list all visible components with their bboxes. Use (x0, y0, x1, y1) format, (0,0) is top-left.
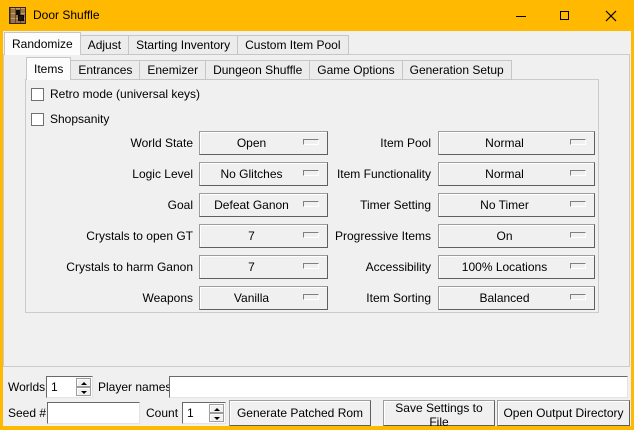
minimize-icon (516, 16, 526, 17)
open-output-directory-button[interactable]: Open Output Directory (497, 400, 630, 426)
retro-mode-label: Retro mode (universal keys) (50, 87, 200, 101)
generate-patched-rom-button[interactable]: Generate Patched Rom (229, 400, 371, 426)
dropdown-indicator-icon (570, 232, 586, 238)
retro-mode-row: Retro mode (universal keys) (31, 87, 200, 101)
retro-mode-checkbox[interactable] (31, 88, 44, 101)
tab-adjust[interactable]: Adjust (80, 35, 129, 55)
tab-enemizer[interactable]: Enemizer (139, 60, 206, 80)
count-spinbox[interactable]: 1 (182, 402, 226, 424)
player-names-label: Player names (98, 376, 171, 398)
accessibility-label: Accessibility (300, 255, 431, 279)
dropdown-indicator-icon (570, 294, 586, 300)
tab-custom-item-pool[interactable]: Custom Item Pool (237, 35, 348, 55)
dropdown-indicator-icon (570, 139, 586, 145)
count-label: Count (146, 402, 178, 424)
arrow-down-icon (81, 391, 87, 397)
arrow-up-icon (81, 379, 87, 385)
app-door-icon (9, 7, 26, 24)
progressive-items-dropdown[interactable]: On (438, 224, 595, 248)
timer-setting-label: Timer Setting (300, 193, 431, 217)
item-functionality-label: Item Functionality (300, 162, 431, 186)
shopsanity-row: Shopsanity (31, 112, 109, 126)
tab-generation-setup[interactable]: Generation Setup (402, 60, 512, 80)
shopsanity-label: Shopsanity (50, 112, 109, 126)
item-functionality-dropdown[interactable]: Normal (438, 162, 595, 186)
save-settings-button[interactable]: Save Settings to File (383, 400, 495, 426)
item-sorting-label: Item Sorting (300, 286, 431, 310)
close-icon (605, 10, 617, 22)
dropdown-indicator-icon (570, 170, 586, 176)
shopsanity-checkbox[interactable] (31, 113, 44, 126)
dropdown-indicator-icon (570, 201, 586, 207)
tab-game-options[interactable]: Game Options (309, 60, 402, 80)
worlds-spin-down-button[interactable] (76, 387, 91, 396)
arrow-up-icon (214, 405, 220, 411)
close-button[interactable] (587, 0, 634, 31)
worlds-spin-up-button[interactable] (76, 378, 91, 387)
tab-items[interactable]: Items (26, 57, 71, 80)
count-spin-up-button[interactable] (209, 404, 224, 413)
worlds-label: Worlds (8, 376, 45, 398)
arrow-down-icon (214, 417, 220, 423)
tab-starting-inventory[interactable]: Starting Inventory (128, 35, 238, 55)
count-spin-down-button[interactable] (209, 413, 224, 422)
door-shuffle-window: Door Shuffle Randomize Adjust Starting I… (0, 0, 634, 430)
player-names-input[interactable] (169, 376, 628, 398)
accessibility-dropdown[interactable]: 100% Locations (438, 255, 595, 279)
dropdown-indicator-icon (570, 263, 586, 269)
maximize-icon (560, 11, 569, 20)
maximize-button[interactable] (543, 0, 587, 31)
window-border-bottom (0, 426, 634, 430)
timer-setting-dropdown[interactable]: No Timer (438, 193, 595, 217)
progressive-items-label: Progressive Items (300, 224, 431, 248)
item-pool-label: Item Pool (300, 131, 431, 155)
seed-input[interactable] (47, 402, 140, 424)
main-tab-bar: Randomize Adjust Starting Inventory Cust… (4, 32, 348, 55)
settings-tab-bar: Items Entrances Enemizer Dungeon Shuffle… (26, 57, 511, 80)
tab-entrances[interactable]: Entrances (70, 60, 140, 80)
seed-label: Seed # (8, 402, 46, 424)
tab-randomize[interactable]: Randomize (4, 32, 81, 55)
title-bar[interactable]: Door Shuffle (0, 0, 634, 31)
worlds-spinbox[interactable]: 1 (46, 376, 93, 398)
window-title: Door Shuffle (33, 0, 100, 31)
item-pool-dropdown[interactable]: Normal (438, 131, 595, 155)
tab-dungeon-shuffle[interactable]: Dungeon Shuffle (205, 60, 310, 80)
minimize-button[interactable] (499, 0, 543, 31)
item-sorting-dropdown[interactable]: Balanced (438, 286, 595, 310)
